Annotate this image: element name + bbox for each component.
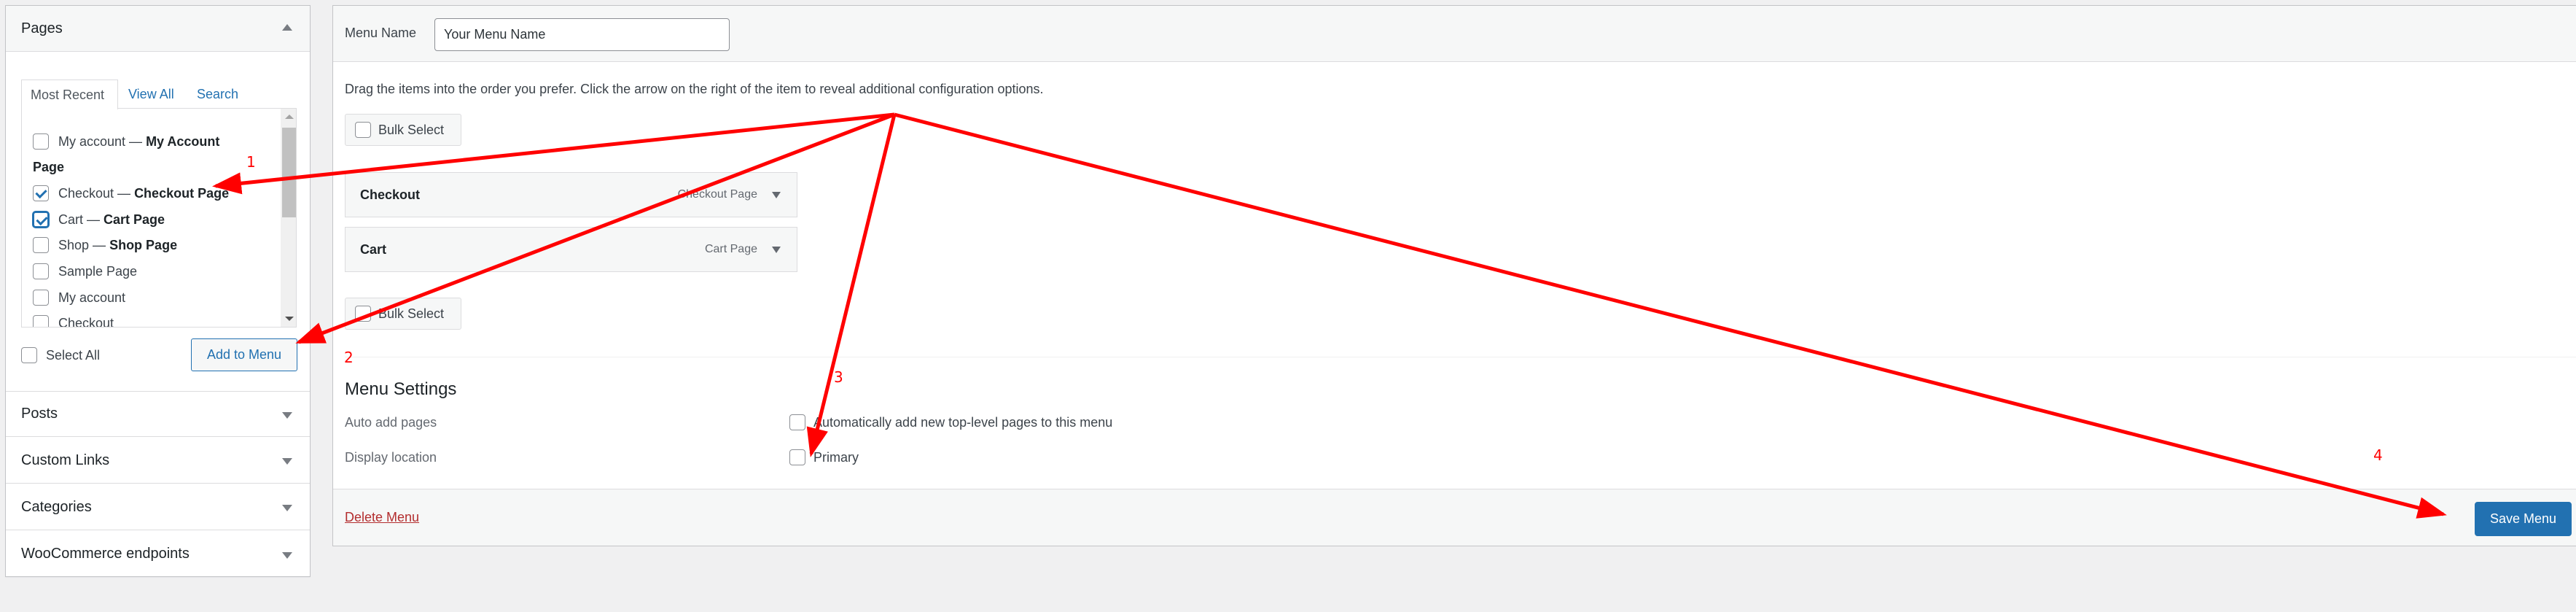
bulk-select-label: Bulk Select (378, 122, 445, 137)
section-title: Posts (21, 406, 58, 422)
item-separator: — (89, 237, 110, 252)
item-separator: — (83, 212, 104, 227)
woocommerce-endpoints-section-header[interactable]: WooCommerce endpoints (6, 531, 310, 577)
tab-label: Search (197, 86, 239, 101)
list-item[interactable]: My account (33, 285, 125, 310)
pages-section-header[interactable]: Pages (6, 6, 310, 52)
menu-settings-heading: Menu Settings (345, 379, 457, 399)
save-menu-button[interactable]: Save Menu (2475, 502, 2572, 536)
section-title: Categories (21, 498, 92, 515)
menu-item-title: Cart (360, 241, 387, 257)
display-location-label: Display location (345, 450, 437, 465)
menu-item-checkout[interactable]: Checkout Checkout Page (345, 172, 797, 217)
add-to-menu-button[interactable]: Add to Menu (191, 338, 297, 371)
expand-arrow-icon[interactable] (282, 411, 292, 419)
section-title: WooCommerce endpoints (21, 546, 190, 562)
item-label: Checkout (58, 185, 114, 201)
bulk-select-bottom[interactable]: Bulk Select (345, 298, 461, 330)
step-label-2: 2 (344, 349, 354, 366)
expand-arrow-icon[interactable] (282, 458, 292, 465)
posts-section-header[interactable]: Posts (6, 391, 310, 437)
menu-item-cart[interactable]: Cart Cart Page (345, 227, 797, 272)
scroll-thumb[interactable] (282, 128, 296, 217)
bulk-select-top[interactable]: Bulk Select (345, 114, 461, 146)
list-scrollbar[interactable] (281, 109, 296, 327)
item-state: Cart Page (104, 212, 165, 227)
item-label: Cart (58, 212, 84, 227)
item-checkbox[interactable] (33, 263, 49, 279)
scroll-up-icon[interactable] (285, 115, 294, 119)
pages-section-title: Pages (21, 20, 63, 36)
item-checkbox[interactable] (33, 133, 49, 150)
menu-name-input[interactable] (434, 18, 730, 51)
auto-add-pages-checkbox[interactable] (789, 414, 805, 430)
drag-instructions: Drag the items into the order you prefer… (345, 82, 1044, 96)
item-label: Checkout (58, 315, 114, 328)
tab-view-all[interactable]: View All (128, 80, 174, 109)
expand-arrow-icon[interactable] (282, 505, 292, 511)
list-item[interactable]: Checkout — Checkout Page (33, 181, 229, 206)
expand-item-arrow-icon[interactable] (772, 191, 781, 198)
tab-most-recent[interactable]: Most Recent (21, 80, 118, 109)
menu-item-type: Checkout Page (677, 188, 757, 201)
collapse-arrow-icon[interactable] (282, 24, 292, 31)
item-checkbox[interactable] (33, 290, 49, 306)
list-item[interactable]: Checkout (33, 311, 114, 328)
expand-item-arrow-icon[interactable] (772, 246, 781, 253)
auto-add-pages-label: Auto add pages (345, 415, 437, 430)
auto-add-pages-option[interactable]: Automatically add new top-level pages to… (789, 414, 1112, 430)
item-state: Shop Page (109, 237, 178, 252)
bulk-select-label: Bulk Select (378, 306, 445, 321)
menu-item-title: Checkout (360, 187, 421, 202)
display-location-primary-option[interactable]: Primary (789, 449, 859, 465)
add-menu-items-panel: Pages Most Recent View All Search My acc… (5, 5, 311, 577)
step-label-4: 4 (2373, 446, 2383, 464)
select-all-checkbox[interactable]: Select All (21, 347, 100, 363)
tab-label: Most Recent (31, 87, 105, 102)
select-all-label: Select All (46, 347, 101, 363)
item-label: Shop (58, 237, 90, 252)
select-all-box[interactable] (21, 347, 37, 363)
menu-structure-panel: Menu Name Drag the items into the order … (332, 5, 2576, 546)
item-state: My Account (146, 133, 220, 149)
tab-search[interactable]: Search (197, 80, 238, 109)
step-label-1: 1 (246, 153, 256, 171)
list-item[interactable]: Cart — Cart Page (33, 207, 165, 232)
list-item[interactable]: Sample Page (33, 259, 137, 284)
primary-location-text: Primary (813, 449, 859, 465)
menu-footer: Delete Menu Save Menu (333, 489, 2576, 546)
primary-location-checkbox[interactable] (789, 449, 805, 465)
step-label-3: 3 (834, 368, 843, 386)
item-checkbox[interactable] (33, 212, 49, 228)
pages-checklist: My account — My Account Page Checkout — … (21, 108, 297, 328)
item-separator: — (125, 133, 147, 149)
item-label: Sample Page (58, 263, 138, 279)
item-label: My account (58, 133, 126, 149)
expand-arrow-icon[interactable] (282, 551, 292, 559)
item-checkbox[interactable] (33, 185, 49, 201)
bulk-select-checkbox[interactable] (355, 122, 371, 138)
item-separator: — (114, 185, 135, 201)
custom-links-section-header[interactable]: Custom Links (6, 438, 310, 484)
list-item[interactable]: My account — My Account (33, 129, 219, 154)
item-checkbox[interactable] (33, 315, 49, 327)
menu-item-type: Cart Page (704, 243, 757, 255)
menu-header: Menu Name (333, 6, 2576, 62)
scroll-down-icon[interactable] (285, 317, 294, 321)
list-item[interactable]: Shop — Shop Page (33, 233, 177, 257)
auto-add-pages-text: Automatically add new top-level pages to… (813, 414, 1113, 430)
item-state: Checkout Page (134, 185, 230, 201)
section-title: Custom Links (21, 452, 110, 468)
tab-label: View All (128, 86, 174, 101)
menu-name-label: Menu Name (345, 26, 417, 40)
categories-section-header[interactable]: Categories (6, 484, 310, 530)
delete-menu-link[interactable]: Delete Menu (345, 510, 419, 525)
bulk-select-checkbox[interactable] (355, 306, 371, 322)
group-label: Page (33, 159, 65, 174)
item-checkbox[interactable] (33, 237, 49, 253)
item-label: My account (58, 290, 126, 305)
